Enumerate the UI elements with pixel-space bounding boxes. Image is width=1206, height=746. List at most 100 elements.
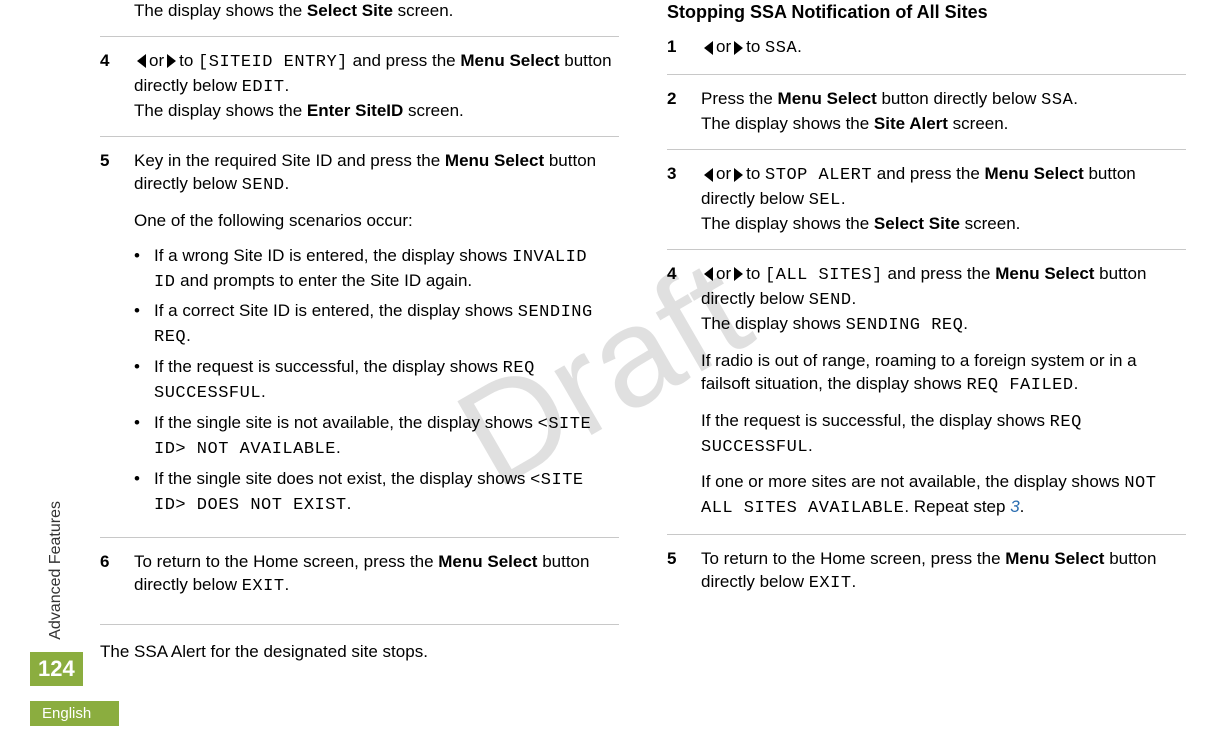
text: The SSA Alert for the designated site st… <box>100 641 619 664</box>
text: screen. <box>403 101 463 120</box>
side-block: Advanced Features 124 <box>30 501 83 686</box>
left-step-5: 5 Key in the required Site ID and press … <box>100 136 619 537</box>
step-number: 4 <box>667 263 701 521</box>
left-intro: The display shows the Select Site screen… <box>100 0 619 36</box>
text: If the single site is not available, the… <box>154 413 538 432</box>
key-name: Menu Select <box>445 151 544 170</box>
text: . <box>186 326 191 345</box>
section-heading: Stopping SSA Notification of All Sites <box>667 0 1186 24</box>
nav-left-icon <box>704 267 713 281</box>
text: If the request is successful, the displa… <box>154 357 503 376</box>
text: If a correct Site ID is entered, the dis… <box>154 301 518 320</box>
ui-code: SENDING REQ <box>846 316 964 335</box>
text: or <box>716 37 731 56</box>
text: . <box>285 575 290 594</box>
right-step-5: 5 To return to the Home screen, press th… <box>667 534 1186 609</box>
ui-code: [ALL SITES] <box>765 266 883 285</box>
text: screen. <box>948 114 1008 133</box>
text: One of the following scenarios occur: <box>134 210 619 233</box>
text: If a wrong Site ID is entered, the displ… <box>154 246 512 265</box>
list-item: If the request is successful, the displa… <box>134 356 619 406</box>
ui-code: EXIT <box>809 574 852 593</box>
text: to <box>746 164 760 183</box>
content-columns: The display shows the Select Site screen… <box>100 0 1186 664</box>
text: . <box>841 189 846 208</box>
nav-right-icon <box>734 168 743 182</box>
ui-code: SSA <box>1041 91 1073 110</box>
text: to <box>179 51 193 70</box>
list-item: If the single site is not available, the… <box>134 412 619 462</box>
ui-code: EDIT <box>242 78 285 97</box>
screen-name: Enter SiteID <box>307 101 403 120</box>
key-name: Menu Select <box>1005 549 1104 568</box>
key-name: Menu Select <box>438 552 537 571</box>
text: button directly below <box>877 89 1041 108</box>
text: to <box>746 264 760 283</box>
nav-right-icon <box>734 41 743 55</box>
ui-code: SEND <box>242 176 285 195</box>
ui-code: SSA <box>765 39 797 58</box>
left-column: The display shows the Select Site screen… <box>100 0 619 664</box>
ui-code: SEND <box>809 291 852 310</box>
text: . <box>285 174 290 193</box>
right-step-2: 2 Press the Menu Select button directly … <box>667 74 1186 149</box>
right-step-4: 4 orto [ALL SITES] and press the Menu Se… <box>667 249 1186 534</box>
step-number: 2 <box>667 88 701 136</box>
text: screen. <box>960 214 1020 233</box>
text: . Repeat step <box>904 497 1010 516</box>
left-step-4: 4 orto [SITEID ENTRY] and press the Menu… <box>100 36 619 136</box>
ui-code: SEL <box>809 191 841 210</box>
step-number: 5 <box>100 150 134 524</box>
step-link[interactable]: 3 <box>1010 497 1019 516</box>
ui-code: [SITEID ENTRY] <box>198 53 348 72</box>
step-number: 6 <box>100 551 134 599</box>
text: If the single site does not exist, the d… <box>154 469 530 488</box>
language-badge: English <box>30 701 119 726</box>
text: To return to the Home screen, press the <box>134 552 438 571</box>
right-step-1: 1 orto SSA. <box>667 36 1186 74</box>
text: or <box>716 164 731 183</box>
text: The display shows the <box>134 1 307 20</box>
right-column: Stopping SSA Notification of All Sites 1… <box>667 0 1186 664</box>
key-name: Menu Select <box>995 264 1094 283</box>
text: To return to the Home screen, press the <box>701 549 1005 568</box>
text: Key in the required Site ID and press th… <box>134 151 445 170</box>
text: . <box>852 289 857 308</box>
ui-code: REQ FAILED <box>967 376 1074 395</box>
text: and press the <box>883 264 995 283</box>
text: . <box>852 572 857 591</box>
text: or <box>149 51 164 70</box>
text: Press the <box>701 89 778 108</box>
scenario-list: If a wrong Site ID is entered, the displ… <box>134 245 619 518</box>
text: . <box>347 494 352 513</box>
text: . <box>336 438 341 457</box>
text: . <box>1074 374 1079 393</box>
text: The display shows the <box>701 114 874 133</box>
left-footer-note: The SSA Alert for the designated site st… <box>100 624 619 664</box>
right-step-3: 3 orto STOP ALERT and press the Menu Sel… <box>667 149 1186 249</box>
text: and prompts to enter the Site ID again. <box>175 271 472 290</box>
text: If the request is successful, the displa… <box>701 411 1050 430</box>
text: and press the <box>348 51 460 70</box>
text: . <box>261 382 266 401</box>
text: . <box>1073 89 1078 108</box>
text: . <box>1020 497 1025 516</box>
list-item: If the single site does not exist, the d… <box>134 468 619 518</box>
left-step-6: 6 To return to the Home screen, press th… <box>100 537 619 612</box>
text: The display shows the <box>701 214 874 233</box>
screen-name: Select Site <box>874 214 960 233</box>
screen-name: Select Site <box>307 1 393 20</box>
nav-right-icon <box>167 54 176 68</box>
key-name: Menu Select <box>460 51 559 70</box>
list-item: If a correct Site ID is entered, the dis… <box>134 300 619 350</box>
text: . <box>797 37 802 56</box>
text: The display shows the <box>134 101 307 120</box>
step-number: 1 <box>667 36 701 61</box>
ui-code: EXIT <box>242 577 285 596</box>
text: or <box>716 264 731 283</box>
key-name: Menu Select <box>985 164 1084 183</box>
section-label: Advanced Features <box>47 501 65 640</box>
nav-right-icon <box>734 267 743 281</box>
text: and press the <box>872 164 984 183</box>
screen-name: Site Alert <box>874 114 948 133</box>
